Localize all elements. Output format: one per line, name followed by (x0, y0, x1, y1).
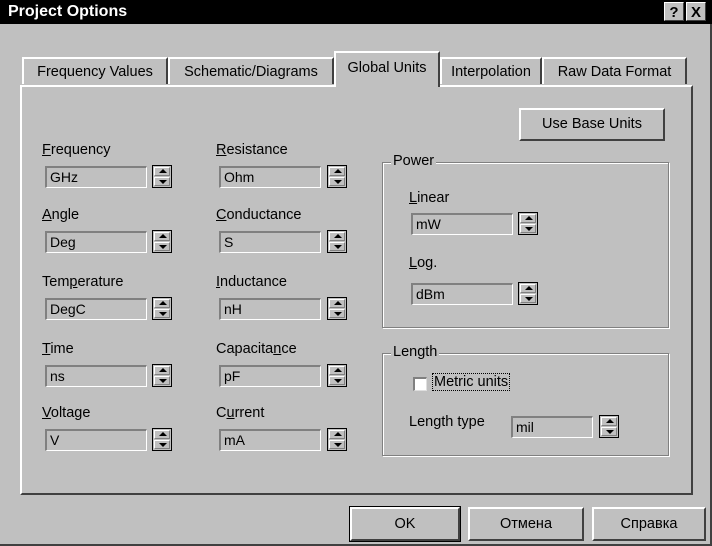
voltage-spinner[interactable] (152, 428, 172, 451)
current-field[interactable]: mA (219, 429, 321, 451)
project-options-dialog: Project Options ? X Frequency Values Sch… (0, 0, 712, 546)
use-base-units-button[interactable]: Use Base Units (519, 108, 665, 141)
temperature-spinner[interactable] (152, 297, 172, 320)
conductance-spinner[interactable] (327, 230, 347, 253)
current-label: Current (216, 405, 265, 421)
resistance-field[interactable]: Ohm (219, 166, 321, 188)
frequency-field[interactable]: GHz (45, 166, 147, 188)
length-type-label: Length type (409, 414, 485, 430)
inductance-field[interactable]: nH (219, 298, 321, 320)
current-spinner[interactable] (327, 428, 347, 451)
title-bar: Project Options ? X (0, 0, 712, 24)
cancel-button[interactable]: Отмена (468, 507, 584, 541)
temperature-label: Temperature (42, 274, 124, 290)
linear-field[interactable]: mW (411, 213, 513, 235)
angle-spinner[interactable] (152, 230, 172, 253)
resistance-label: Resistance (216, 142, 288, 158)
power-group-title: Power (391, 153, 437, 169)
inductance-spinner[interactable] (327, 297, 347, 320)
log-label: Log. (409, 255, 438, 271)
metric-units-label[interactable]: Metric units (431, 373, 511, 391)
length-group: Length (382, 344, 669, 456)
window-title: Project Options (8, 3, 128, 20)
tab-interpolation[interactable]: Interpolation (440, 57, 542, 84)
tab-raw-data-format[interactable]: Raw Data Format (542, 57, 687, 84)
close-title-button[interactable]: X (686, 2, 706, 21)
voltage-field[interactable]: V (45, 429, 147, 451)
frequency-label: Frequency (42, 142, 111, 158)
ok-button[interactable]: OK (349, 506, 461, 542)
frequency-spinner[interactable] (152, 165, 172, 188)
help-button[interactable]: Справка (592, 507, 706, 541)
log-field[interactable]: dBm (411, 283, 513, 305)
capacitance-field[interactable]: pF (219, 365, 321, 387)
inductance-label: Inductance (216, 274, 287, 290)
tab-frequency-values[interactable]: Frequency Values (22, 57, 168, 84)
length-group-title: Length (391, 344, 440, 360)
tab-global-units[interactable]: Global Units (334, 51, 440, 87)
conductance-label: Conductance (216, 207, 302, 223)
time-spinner[interactable] (152, 364, 172, 387)
length-type-spinner[interactable] (599, 415, 619, 438)
linear-label: Linear (409, 190, 450, 206)
linear-spinner[interactable] (518, 212, 538, 235)
length-type-field[interactable]: mil (511, 416, 593, 438)
metric-units-checkbox[interactable] (413, 377, 427, 391)
capacitance-label: Capacitance (216, 341, 297, 357)
time-field[interactable]: ns (45, 365, 147, 387)
angle-field[interactable]: Deg (45, 231, 147, 253)
temperature-field[interactable]: DegC (45, 298, 147, 320)
resistance-spinner[interactable] (327, 165, 347, 188)
voltage-label: Voltage (42, 405, 91, 421)
angle-label: Angle (42, 207, 80, 223)
help-title-button[interactable]: ? (664, 2, 684, 21)
time-label: Time (42, 341, 74, 357)
conductance-field[interactable]: S (219, 231, 321, 253)
tab-schematic-diagrams[interactable]: Schematic/Diagrams (168, 57, 334, 84)
log-spinner[interactable] (518, 282, 538, 305)
capacitance-spinner[interactable] (327, 364, 347, 387)
